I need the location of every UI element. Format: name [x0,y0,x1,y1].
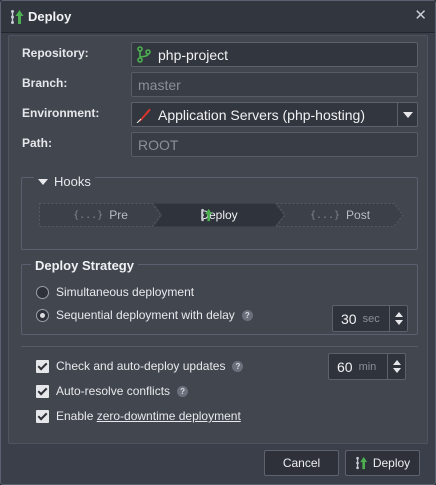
hooks-toggle[interactable]: Hooks [34,174,95,189]
path-value: ROOT [138,136,179,153]
radio-label: Simultaneous deployment [56,285,195,299]
radio-simultaneous[interactable]: Simultaneous deployment [36,285,194,299]
delay-stepper[interactable]: 30 sec [332,305,408,332]
dialog-title: Deploy [28,9,72,24]
path-label: Path: [22,136,52,150]
checkbox[interactable] [36,359,49,373]
deploy-form-panel: Repository: php-project Branch: master E… [8,35,428,444]
hook-step-post[interactable]: {...} Post [276,203,404,227]
stepper-arrows[interactable] [387,354,405,379]
environment-value: Application Servers (php-hosting) [158,106,365,123]
help-icon[interactable]: ? [177,385,189,397]
chevron-up-icon[interactable] [394,312,403,317]
hooks-title: Hooks [54,174,91,189]
chevron-down-icon[interactable] [392,368,401,373]
deploy-button[interactable]: Deploy [345,450,420,476]
repository-field[interactable]: php-project [131,42,418,67]
interval-value: 60 [337,358,353,375]
repository-label: Repository: [22,46,89,60]
branch-label: Branch: [22,76,68,90]
radio-label: Sequential deployment with delay [56,308,235,322]
close-icon[interactable]: ✕ [414,6,427,26]
help-icon[interactable]: ? [232,360,244,372]
dialog-titlebar[interactable]: Deploy ✕ [1,1,435,33]
cancel-button[interactable]: Cancel [264,450,339,476]
braces-icon: {...} [309,209,341,221]
git-branch-icon [137,46,151,63]
interval-unit: min [358,360,377,373]
radio-sequential[interactable]: Sequential deployment with delay ? [36,308,253,322]
auto-deploy-option[interactable]: Check and auto-deploy updates ? [36,359,244,373]
delay-unit: sec [362,312,380,325]
environment-select[interactable]: Application Servers (php-hosting) [131,102,418,127]
chevron-down-icon[interactable] [394,320,403,325]
checkbox-label: Auto-resolve conflicts [56,384,171,398]
divider [21,346,418,347]
zero-downtime-link[interactable]: zero-downtime deployment [97,409,241,423]
caret-down-icon [38,178,48,185]
branch-value: master [138,76,181,93]
help-icon[interactable]: ? [241,309,253,321]
chevron-up-icon[interactable] [392,360,401,365]
branch-field[interactable]: master [131,72,418,97]
cancel-button-label: Cancel [282,456,321,470]
checkbox[interactable] [36,384,49,398]
checkbox-label: Check and auto-deploy updates [56,359,226,373]
feather-icon [136,108,151,123]
stepper-arrows[interactable] [389,306,407,331]
hook-step-pre[interactable]: {...} Pre [39,203,162,227]
checkbox-label-prefix: Enable [56,409,97,423]
deploy-dialog: Deploy ✕ Repository: php-project Branch:… [0,0,436,485]
strategy-title: Deploy Strategy [31,258,138,273]
deploy-button-label: Deploy [372,456,411,470]
radio-button[interactable] [36,285,49,299]
deploy-icon [11,10,24,24]
chevron-down-icon[interactable] [397,103,417,126]
auto-resolve-option[interactable]: Auto-resolve conflicts ? [36,384,189,398]
repository-value: php-project [158,46,229,63]
hook-step-label: Pre [109,208,128,222]
hook-step-deploy[interactable]: Deploy [153,203,285,227]
braces-icon: {...} [73,209,104,221]
deploy-icon [356,456,367,470]
interval-stepper[interactable]: 60 min [328,353,406,380]
zero-downtime-option[interactable]: Enable zero-downtime deployment [36,409,241,423]
path-field[interactable]: ROOT [131,132,418,157]
deploy-icon [201,208,213,222]
hook-step-label: Post [346,208,371,222]
checkbox[interactable] [36,409,49,423]
environment-label: Environment: [22,106,100,120]
hooks-section: Hooks {...} Pre Deploy {...} Post [21,174,418,250]
deploy-strategy-section: Deploy Strategy Simultaneous deployment … [21,258,418,335]
radio-button[interactable] [36,308,49,322]
delay-value: 30 [341,310,357,327]
checkbox-label: Enable zero-downtime deployment [56,409,241,423]
